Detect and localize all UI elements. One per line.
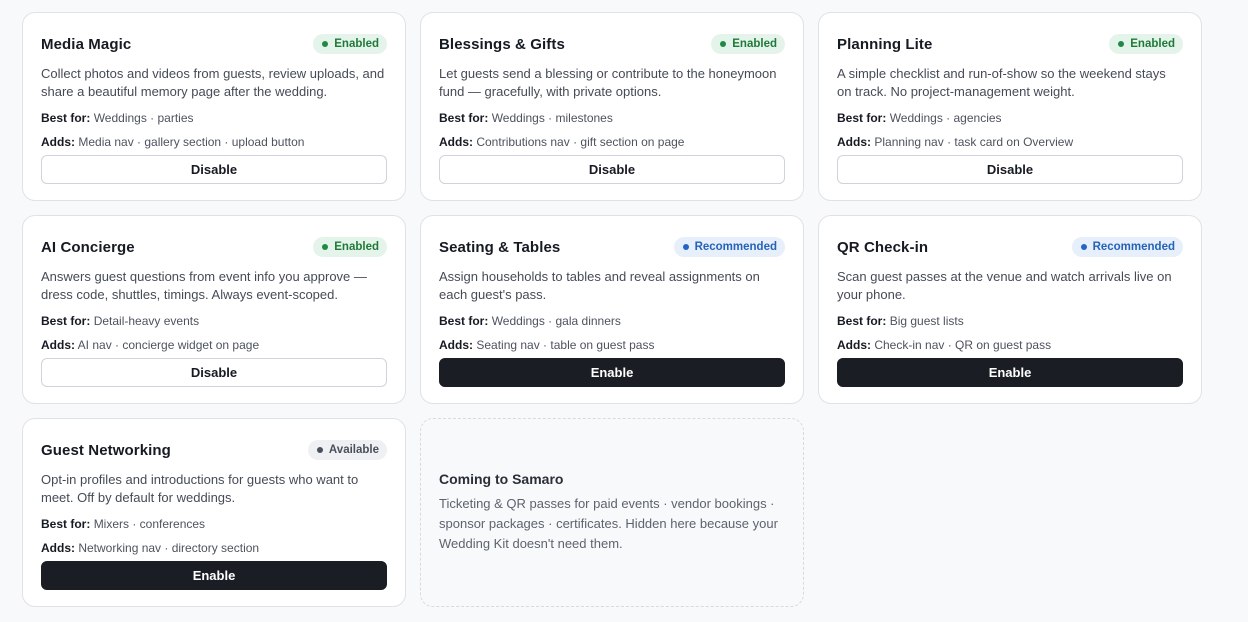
adds-value: Networking nav · directory section	[78, 541, 260, 555]
best-for-value: Weddings · parties	[93, 111, 194, 125]
feature-card-blessings-gifts: Blessings & Gifts Enabled Let guests sen…	[420, 12, 804, 201]
feature-card-seating-tables: Seating & Tables Recommended Assign hous…	[420, 215, 804, 404]
status-badge-label: Recommended	[694, 241, 777, 253]
adds-label: Adds:	[439, 338, 473, 352]
best-for-value: Weddings · milestones	[491, 111, 613, 125]
adds-row: Adds: Contributions nav · gift section o…	[439, 134, 785, 150]
disable-button[interactable]: Disable	[41, 358, 387, 387]
adds-value: Contributions nav · gift section on page	[476, 135, 685, 149]
disable-button[interactable]: Disable	[41, 155, 387, 184]
adds-label: Adds:	[439, 135, 473, 149]
best-for-row: Best for: Mixers · conferences	[41, 516, 387, 532]
best-for-row: Best for: Big guest lists	[837, 313, 1183, 329]
feature-title: Planning Lite	[837, 35, 933, 53]
status-badge: Recommended	[673, 237, 785, 257]
best-for-row: Best for: Detail-heavy events	[41, 313, 387, 329]
enable-button[interactable]: Enable	[837, 358, 1183, 387]
enable-button[interactable]: Enable	[439, 358, 785, 387]
adds-row: Adds: Networking nav · directory section	[41, 540, 387, 556]
feature-card-planning-lite: Planning Lite Enabled A simple checklist…	[818, 12, 1202, 201]
adds-value: Media nav · gallery section · upload but…	[78, 135, 305, 149]
feature-card-ai-concierge: AI Concierge Enabled Answers guest quest…	[22, 215, 406, 404]
feature-title: Seating & Tables	[439, 238, 561, 256]
feature-title: AI Concierge	[41, 238, 135, 256]
status-badge: Available	[307, 440, 387, 460]
enable-button[interactable]: Enable	[41, 561, 387, 590]
best-for-label: Best for:	[439, 314, 489, 328]
best-for-value: Mixers · conferences	[93, 517, 206, 531]
adds-value: Check-in nav · QR on guest pass	[874, 338, 1052, 352]
best-for-row: Best for: Weddings · milestones	[439, 110, 785, 126]
adds-value: Seating nav · table on guest pass	[476, 338, 655, 352]
feature-description: Let guests send a blessing or contribute…	[439, 66, 777, 99]
status-badge-label: Available	[328, 444, 379, 456]
status-dot-icon	[322, 244, 329, 250]
feature-description: Opt-in profiles and introductions for gu…	[41, 472, 359, 505]
feature-card-qr-check-in: QR Check-in Recommended Scan guest passe…	[818, 215, 1202, 404]
feature-description: Assign households to tables and reveal a…	[439, 269, 760, 302]
feature-title: Guest Networking	[41, 441, 171, 459]
best-for-value: Weddings · agencies	[889, 111, 1002, 125]
feature-description: Answers guest questions from event info …	[41, 269, 367, 302]
disable-button[interactable]: Disable	[439, 155, 785, 184]
adds-row: Adds: Media nav · gallery section · uplo…	[41, 134, 387, 150]
best-for-value: Detail-heavy events	[93, 314, 200, 328]
disable-button[interactable]: Disable	[837, 155, 1183, 184]
feature-description: Scan guest passes at the venue and watch…	[837, 269, 1172, 302]
best-for-label: Best for:	[439, 111, 489, 125]
status-badge: Enabled	[313, 34, 387, 54]
status-dot-icon	[1080, 244, 1087, 250]
status-badge: Enabled	[1109, 34, 1183, 54]
adds-label: Adds:	[41, 541, 75, 555]
status-badge: Recommended	[1071, 237, 1183, 257]
feature-title: Media Magic	[41, 35, 132, 53]
coming-soon-card: Coming to Samaro Ticketing & QR passes f…	[420, 418, 804, 607]
status-dot-icon	[322, 41, 329, 47]
status-badge-label: Enabled	[334, 241, 379, 253]
best-for-row: Best for: Weddings · agencies	[837, 110, 1183, 126]
best-for-value: Weddings · gala dinners	[491, 314, 621, 328]
kit-feature-grid: Media Magic Enabled Collect photos and v…	[22, 12, 1202, 607]
status-badge-label: Enabled	[732, 38, 777, 50]
feature-card-media-magic: Media Magic Enabled Collect photos and v…	[22, 12, 406, 201]
best-for-label: Best for:	[41, 314, 91, 328]
status-badge-label: Enabled	[1130, 38, 1175, 50]
status-dot-icon	[1118, 41, 1125, 47]
status-badge: Enabled	[711, 34, 785, 54]
adds-row: Adds: Planning nav · task card on Overvi…	[837, 134, 1183, 150]
adds-row: Adds: Check-in nav · QR on guest pass	[837, 337, 1183, 353]
status-dot-icon	[316, 447, 323, 453]
best-for-row: Best for: Weddings · parties	[41, 110, 387, 126]
status-dot-icon	[682, 244, 689, 250]
feature-description: Collect photos and videos from guests, r…	[41, 66, 385, 99]
best-for-value: Big guest lists	[889, 314, 964, 328]
best-for-label: Best for:	[837, 111, 887, 125]
adds-label: Adds:	[837, 135, 871, 149]
coming-soon-text: Ticketing & QR passes for paid events · …	[439, 496, 778, 551]
adds-row: Adds: Seating nav · table on guest pass	[439, 337, 785, 353]
feature-description: A simple checklist and run-of-show so th…	[837, 66, 1166, 99]
adds-value: Planning nav · task card on Overview	[874, 135, 1074, 149]
adds-label: Adds:	[41, 338, 75, 352]
status-badge-label: Recommended	[1092, 241, 1175, 253]
status-badge: Enabled	[313, 237, 387, 257]
feature-card-guest-networking: Guest Networking Available Opt-in profil…	[22, 418, 406, 607]
best-for-label: Best for:	[41, 111, 91, 125]
adds-row: Adds: AI nav · concierge widget on page	[41, 337, 387, 353]
best-for-row: Best for: Weddings · gala dinners	[439, 313, 785, 329]
adds-label: Adds:	[837, 338, 871, 352]
feature-title: Blessings & Gifts	[439, 35, 565, 53]
feature-title: QR Check-in	[837, 238, 929, 256]
status-badge-label: Enabled	[334, 38, 379, 50]
coming-soon-title: Coming to Samaro	[439, 471, 564, 487]
best-for-label: Best for:	[41, 517, 91, 531]
status-dot-icon	[720, 41, 727, 47]
adds-label: Adds:	[41, 135, 75, 149]
adds-value: AI nav · concierge widget on page	[77, 338, 260, 352]
best-for-label: Best for:	[837, 314, 887, 328]
